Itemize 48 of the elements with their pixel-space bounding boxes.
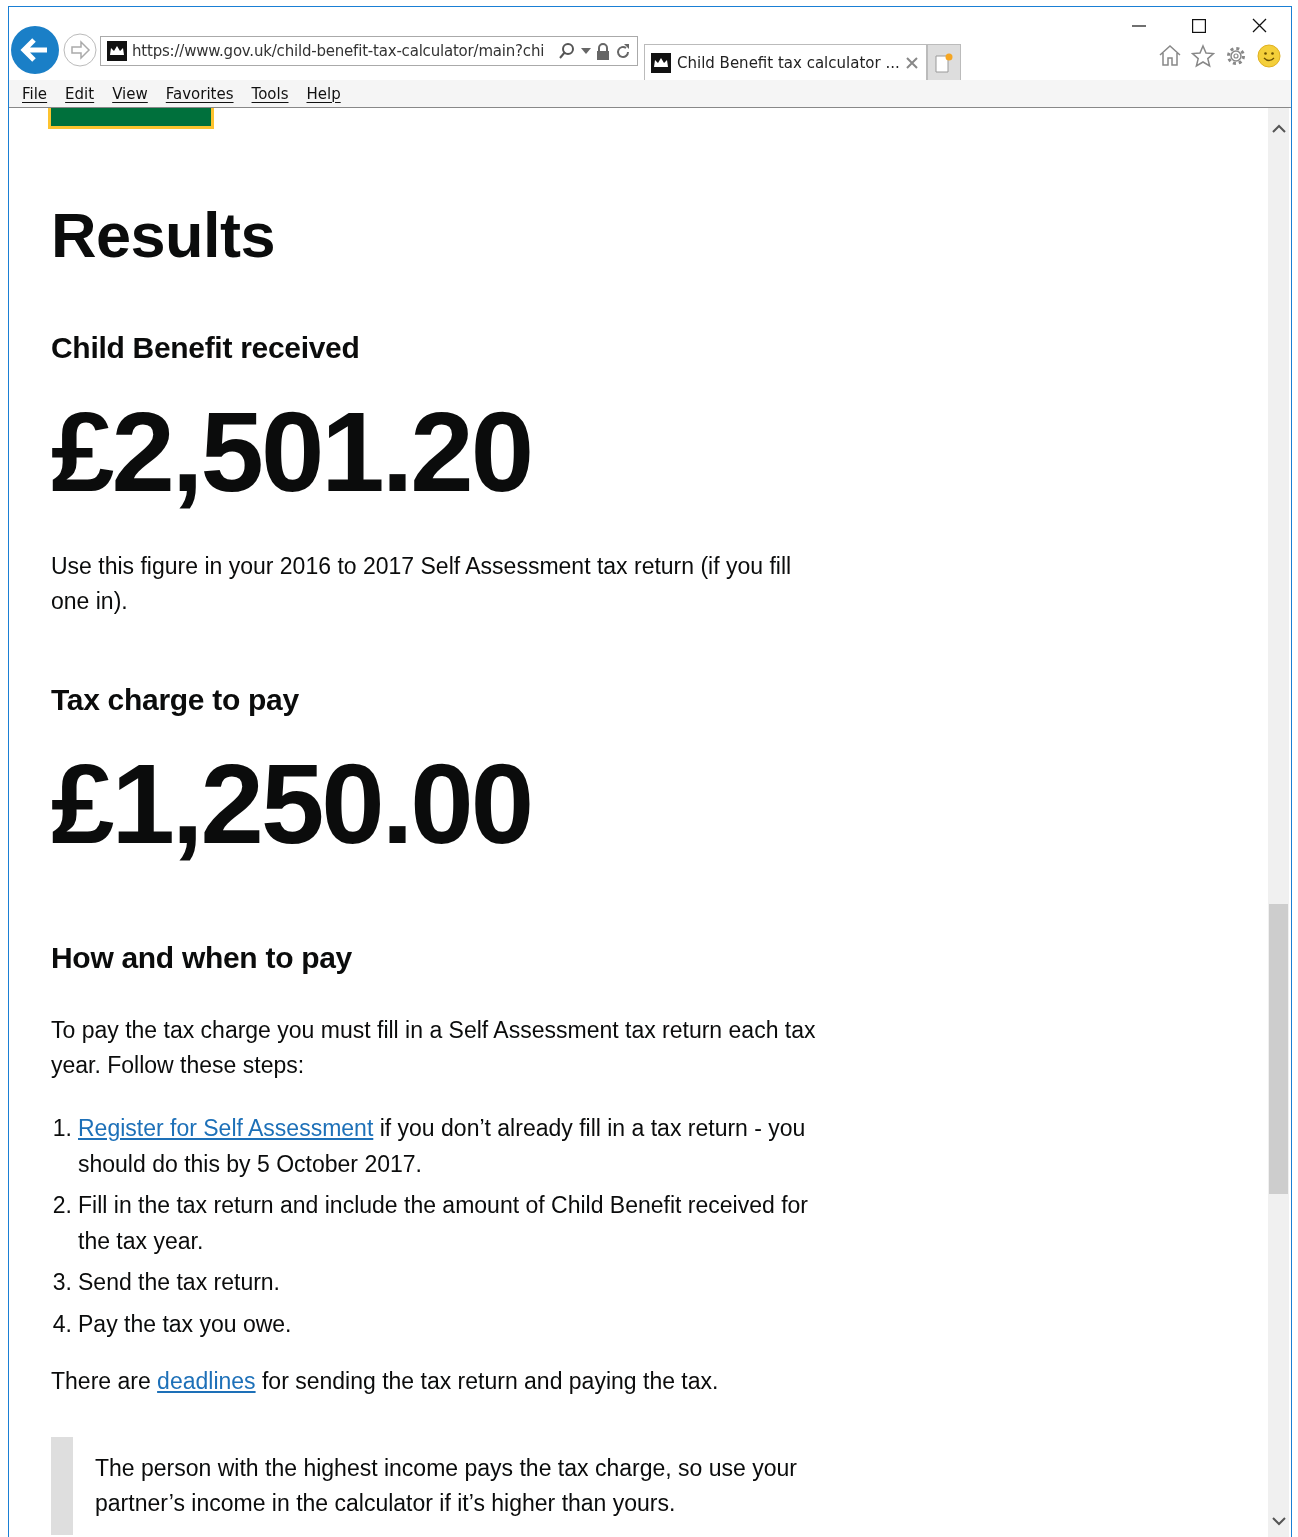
back-icon[interactable] [10,25,60,75]
step-text: Send the tax return. [78,1268,280,1297]
step-number: 3. [51,1268,73,1297]
tab-close-icon[interactable] [905,56,918,69]
register-link[interactable]: Register for Self Assessment [78,1115,374,1141]
menu-item[interactable]: View [103,84,157,103]
amount-note: Use this figure in your 2016 to 2017 Self Assessment tax return (if you fill one in). [51,552,793,616]
step-text: Pay the tax you owe. [78,1309,292,1339]
inset-text: The person with the highest income pays the tax charge, so use your partner’s income in the calculator if it’s higher than yours. [51,1437,811,1535]
close-icon[interactable] [1252,18,1267,33]
address-bar[interactable]: https://www.gov.uk/child-benefit-tax-calculator/main?chi [100,36,638,66]
lock-icon [596,42,610,60]
scroll-thumb[interactable] [1269,904,1288,1194]
page-title: Results [51,204,277,267]
tab-crown-icon [651,52,671,73]
scroll-down-icon[interactable] [1271,1516,1286,1526]
step-text: Fill in the tax return and include the amount of Child Benefit received for the tax year. [78,1191,809,1256]
deadlines-link[interactable]: deadlines [157,1368,256,1394]
menu-item[interactable]: Edit [56,84,104,103]
menu-item[interactable]: Help [297,84,350,103]
menu-item[interactable]: Tools [242,84,298,103]
dropdown-icon[interactable] [581,48,591,54]
site-crown-icon [107,41,127,61]
menu-item[interactable]: Favorites [156,84,243,103]
menu-item[interactable]: File [13,84,57,103]
scroll-up-icon[interactable] [1271,124,1286,134]
smiley-icon[interactable] [1257,44,1281,68]
refresh-icon[interactable] [615,42,631,60]
scrollbar[interactable] [1268,108,1289,1537]
amount-value: £1,250.00 [51,747,533,861]
maximize-icon[interactable] [1192,18,1206,33]
amount-value: £2,501.20 [51,395,533,509]
step-number: 2. [51,1191,73,1220]
deadlines-paragraph: There are deadlines for sending the tax return and paying the tax. [51,1367,720,1396]
step-number: 4. [51,1309,73,1339]
home-icon[interactable] [1158,44,1182,66]
browser-tab[interactable]: Child Benefit tax calculator ... [644,44,927,80]
favorites-star-icon[interactable] [1191,44,1215,68]
settings-icon[interactable] [1224,44,1248,68]
section-heading: How and when to pay [51,941,353,975]
section-heading: Tax charge to pay [51,683,300,717]
intro-paragraph: To pay the tax charge you must fill in a Self Assessment tax return each tax year. Follow these steps: [51,1016,817,1080]
search-icon[interactable] [558,42,576,60]
step-text: Register for Self Assessment if you don’t already fill in a tax return - you should do this by 5 October 2017. [78,1114,807,1179]
new-tab-icon [933,51,954,74]
section-heading: Child Benefit received [51,331,361,365]
step-number: 1. [51,1114,73,1143]
address-text: https://www.gov.uk/child-benefit-tax-calculator/main?chi [132,42,546,60]
